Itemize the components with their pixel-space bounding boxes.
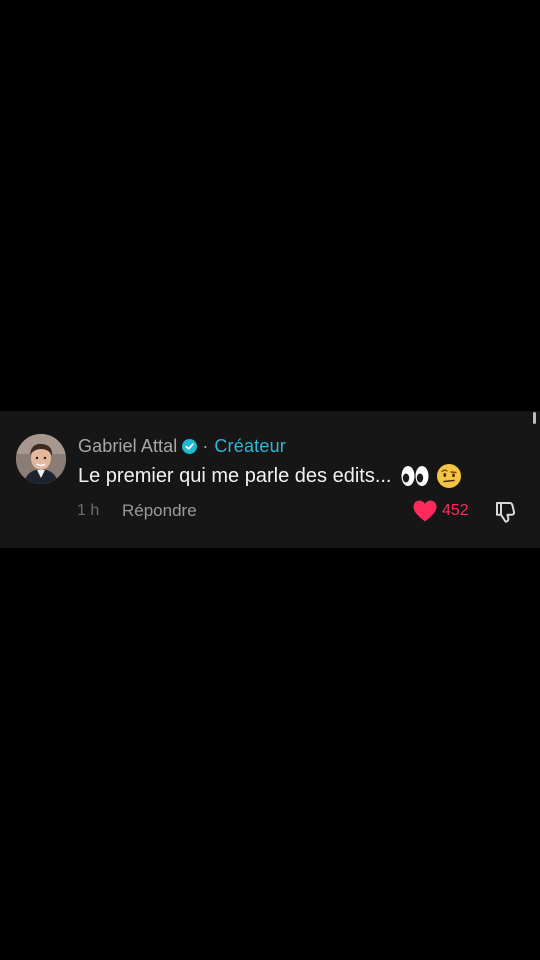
screen: Gabriel Attal · Créateur Le premier qui … <box>0 0 540 960</box>
thumbs-down-icon[interactable] <box>494 499 520 525</box>
like-count: 452 <box>442 502 469 519</box>
raised-eyebrow-face-emoji <box>436 463 462 489</box>
comment-text: Le premier qui me parle des edits... <box>78 464 392 487</box>
eyes-emoji <box>400 464 430 488</box>
verified-badge-icon <box>182 438 198 454</box>
comment-body: Le premier qui me parle des edits... <box>78 463 462 489</box>
comment-header: Gabriel Attal · Créateur <box>78 434 286 458</box>
scroll-indicator[interactable] <box>533 412 536 424</box>
separator-dot: · <box>202 435 209 456</box>
author-name[interactable]: Gabriel Attal <box>78 436 177 457</box>
like-button[interactable]: 452 <box>412 498 469 524</box>
creator-label: Créateur <box>214 435 286 456</box>
heart-icon <box>412 499 438 523</box>
reply-button[interactable]: Répondre <box>122 501 197 521</box>
comment-time: 1 h <box>77 502 100 519</box>
avatar[interactable] <box>16 434 66 484</box>
comment-card: Gabriel Attal · Créateur Le premier qui … <box>0 411 540 548</box>
